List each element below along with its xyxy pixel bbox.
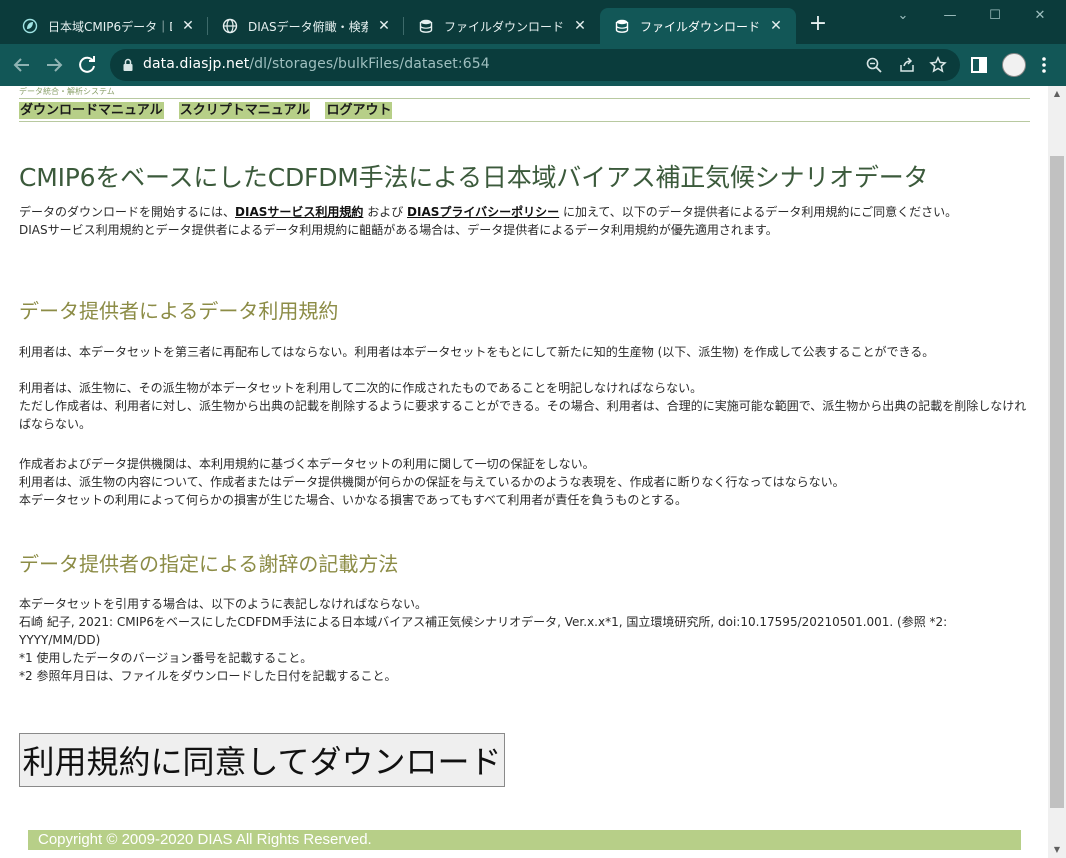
ack-l2: 石崎 紀子, 2021: CMIP6をベースにしたCDFDM手法による日本域バイ… bbox=[19, 615, 948, 647]
top-menu: ダウンロードマニュアル スクリプトマニュアル ログアウト bbox=[19, 98, 1030, 122]
tab-cmip6-ds2[interactable]: 日本域CMIP6データ｜DS2 ✕ bbox=[8, 8, 208, 44]
close-icon[interactable]: ✕ bbox=[768, 18, 784, 34]
terms-p1: 利用者は、本データセットを第三者に再配布してはならない。利用者は本データセットを… bbox=[19, 345, 935, 359]
tab-file-download[interactable]: ファイルダウンロード ✕ bbox=[404, 8, 600, 44]
tab-search-icon[interactable]: ⌄ bbox=[888, 6, 918, 26]
tab-title: ファイルダウンロード bbox=[444, 19, 564, 34]
page-scrollbar[interactable]: ▲ ▼ bbox=[1048, 86, 1066, 858]
scrollbar-thumb[interactable] bbox=[1050, 156, 1064, 808]
ack-heading: データ提供者の指定による謝辞の記載方法 bbox=[19, 552, 399, 576]
minimize-icon[interactable]: — bbox=[935, 6, 965, 26]
terms-p2a: 利用者は、派生物に、その派生物が本データセットを利用して二次的に作成されたもので… bbox=[19, 381, 703, 395]
globe-icon bbox=[222, 18, 238, 34]
globe-leaf-icon bbox=[22, 18, 38, 34]
tab-title: 日本域CMIP6データ｜DS2 bbox=[48, 19, 172, 34]
intro-text: データのダウンロードを開始するには、DIASサービス利用規約 および DIASプ… bbox=[19, 203, 1031, 239]
intro-part2: および bbox=[363, 205, 408, 219]
terms-heading: データ提供者によるデータ利用規約 bbox=[19, 299, 339, 323]
database-icon bbox=[418, 18, 434, 34]
script-manual-link[interactable]: スクリプトマニュアル bbox=[178, 102, 311, 119]
tab-title: DIASデータ俯瞰・検索シス bbox=[248, 19, 368, 34]
intro-part3: に加えて、以下のデータ提供者によるデータ利用規約にご同意ください。 bbox=[559, 205, 958, 219]
maximize-icon[interactable]: ☐ bbox=[980, 6, 1010, 26]
address-bar[interactable]: data.diasjp.net/dl/storages/bulkFiles/da… bbox=[110, 49, 960, 81]
page-viewport: データ統合・解析システム ダウンロードマニュアル スクリプトマニュアル ログアウ… bbox=[0, 86, 1066, 858]
close-icon[interactable]: ✕ bbox=[572, 18, 588, 34]
close-icon[interactable]: ✕ bbox=[376, 18, 392, 34]
scroll-down-icon[interactable]: ▼ bbox=[1048, 842, 1066, 858]
new-tab-button[interactable]: + bbox=[806, 13, 830, 37]
side-panel-icon[interactable] bbox=[967, 53, 991, 77]
ack-l3: *1 使用したデータのバージョン番号を記載すること。 bbox=[19, 651, 313, 665]
download-manual-link[interactable]: ダウンロードマニュアル bbox=[19, 102, 164, 119]
footer-cutoff-text bbox=[50, 853, 270, 858]
page-content: データ統合・解析システム ダウンロードマニュアル スクリプトマニュアル ログアウ… bbox=[0, 86, 1048, 858]
terms-p3c: 本データセットの利用によって何らかの損害が生じた場合、いかなる損害であってもすべ… bbox=[19, 493, 688, 507]
menu-kebab-icon[interactable] bbox=[1032, 53, 1056, 77]
ack-l4: *2 参照年月日は、ファイルをダウンロードした日付を記載すること。 bbox=[19, 669, 397, 683]
url-path: /dl/storages/bulkFiles/dataset:654 bbox=[249, 56, 490, 72]
intro-part1: データのダウンロードを開始するには、 bbox=[19, 205, 236, 219]
terms-p3a: 作成者およびデータ提供機関は、本利用規約に基づく本データセットの利用に関して一切… bbox=[19, 457, 595, 471]
back-icon[interactable] bbox=[10, 53, 34, 77]
tab-file-download-active[interactable]: ファイルダウンロード ✕ bbox=[600, 8, 796, 44]
terms-p3: 作成者およびデータ提供機関は、本利用規約に基づく本データセットの利用に関して一切… bbox=[19, 455, 1031, 509]
profile-avatar[interactable] bbox=[1002, 53, 1026, 77]
terms-p2: 利用者は、派生物に、その派生物が本データセットを利用して二次的に作成されたもので… bbox=[19, 379, 1031, 433]
agree-download-button[interactable]: 利用規約に同意してダウンロード bbox=[19, 733, 505, 787]
page-title: CMIP6をベースにしたCDFDM手法による日本域バイアス補正気候シナリオデータ bbox=[19, 163, 929, 192]
logout-link[interactable]: ログアウト bbox=[325, 102, 393, 119]
database-icon bbox=[614, 18, 630, 34]
scroll-up-icon[interactable]: ▲ bbox=[1048, 86, 1066, 102]
close-window-icon[interactable]: ✕ bbox=[1025, 6, 1055, 26]
browser-toolbar: data.diasjp.net/dl/storages/bulkFiles/da… bbox=[0, 44, 1066, 86]
forward-icon[interactable] bbox=[42, 53, 66, 77]
tab-dias-search[interactable]: DIASデータ俯瞰・検索シス ✕ bbox=[208, 8, 404, 44]
terms-p3b: 利用者は、派生物の内容について、作成者またはデータ提供機関が何らかの保証を与えて… bbox=[19, 475, 845, 489]
dias-privacy-link[interactable]: DIASプライバシーポリシー bbox=[407, 205, 559, 219]
ack-l1: 本データセットを引用する場合は、以下のように表記しなければならない。 bbox=[19, 597, 428, 611]
share-icon[interactable] bbox=[898, 56, 916, 74]
site-brand: データ統合・解析システム bbox=[19, 87, 115, 96]
lock-icon[interactable] bbox=[120, 57, 136, 73]
footer-copyright: Copyright © 2009-2020 DIAS All Rights Re… bbox=[28, 830, 1021, 850]
tab-title: ファイルダウンロード bbox=[640, 19, 760, 34]
reload-icon[interactable] bbox=[75, 53, 99, 77]
tab-strip: 日本域CMIP6データ｜DS2 ✕ DIASデータ俯瞰・検索シス ✕ ファイルダ… bbox=[0, 0, 1066, 44]
intro-line2: DIASサービス利用規約とデータ提供者によるデータ利用規約に齟齬がある場合は、デ… bbox=[19, 223, 778, 237]
dias-terms-link[interactable]: DIASサービス利用規約 bbox=[235, 205, 363, 219]
zoom-icon[interactable] bbox=[865, 56, 883, 74]
terms-p2b: ただし作成者は、利用者に対し、派生物から出典の記載を削除するように要求することが… bbox=[19, 399, 1027, 431]
close-icon[interactable]: ✕ bbox=[180, 18, 196, 34]
bookmark-star-icon[interactable] bbox=[929, 55, 947, 74]
ack-text: 本データセットを引用する場合は、以下のように表記しなければならない。 石崎 紀子… bbox=[19, 595, 1031, 685]
url-text: data.diasjp.net/dl/storages/bulkFiles/da… bbox=[143, 56, 490, 72]
url-host: data.diasjp.net bbox=[143, 56, 250, 72]
